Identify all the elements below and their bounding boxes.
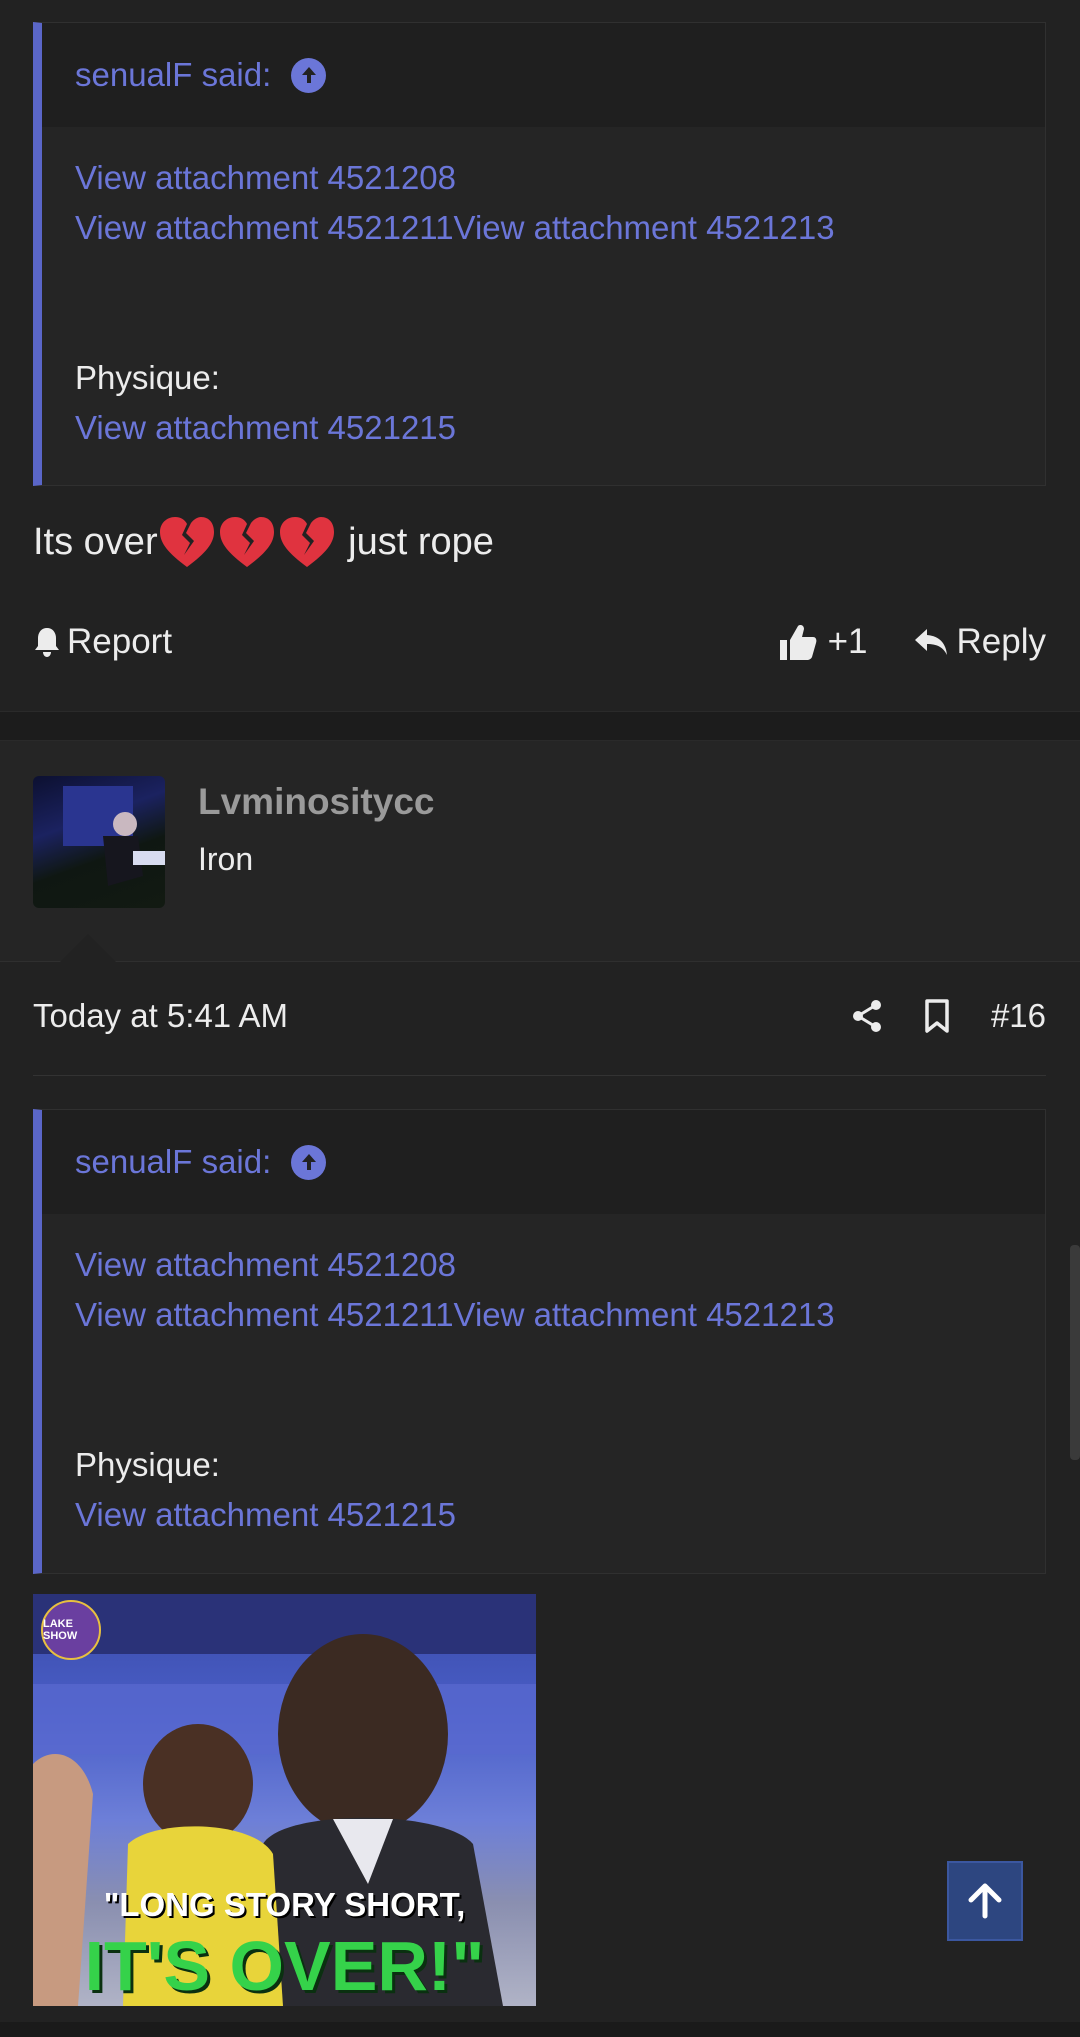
arrow-up-circle-icon[interactable] — [291, 1144, 327, 1180]
post-actions: Report +1 Reply — [33, 612, 1046, 672]
attachment-link[interactable]: View attachment 4521211View attachment 4… — [75, 209, 835, 246]
broken-heart-icon — [279, 517, 334, 567]
image-caption: "LONG STORY SHORT, — [103, 1886, 466, 1923]
quote-header: senualF said: — [42, 23, 1045, 127]
user-title: Iron — [198, 841, 254, 877]
message-text: Its over just rope — [33, 510, 494, 574]
attachment-link[interactable]: View attachment 4521211View attachment 4… — [75, 1296, 835, 1333]
channel-badge: LAKE SHOW — [41, 1600, 101, 1660]
broken-heart-icon — [159, 517, 214, 567]
reply-button[interactable]: Reply — [913, 622, 1046, 662]
quote-author[interactable]: senualF said: — [75, 56, 271, 94]
post-separator — [0, 711, 1080, 741]
quote-content: View attachment 4521208 View attachment … — [42, 1214, 1045, 1540]
user-info: Lvminositycc Iron — [0, 741, 1080, 962]
page-bottom-bar — [0, 2022, 1080, 2037]
bookmark-icon[interactable] — [923, 999, 951, 1033]
arrow-up-icon — [968, 1883, 1002, 1919]
thumbs-up-icon — [779, 625, 816, 660]
attachment-link[interactable]: View attachment 4521215 — [75, 409, 456, 446]
like-button[interactable]: +1 — [778, 622, 868, 662]
share-icon[interactable] — [851, 999, 883, 1033]
broken-heart-icon — [219, 517, 274, 567]
avatar[interactable] — [33, 776, 165, 908]
image-caption-highlight: IT'S OVER!" — [84, 1927, 485, 2005]
quote-content: View attachment 4521208 View attachment … — [42, 127, 1045, 453]
scrollbar[interactable] — [1070, 1245, 1080, 1460]
quote-header: senualF said: — [42, 1110, 1045, 1214]
username[interactable]: Lvminositycc — [198, 781, 434, 823]
post-timestamp[interactable]: Today at 5:41 AM — [33, 997, 288, 1035]
attachment-link[interactable]: View attachment 4521208 — [75, 159, 456, 196]
attachment-link[interactable]: View attachment 4521215 — [75, 1496, 456, 1533]
quote-author[interactable]: senualF said: — [75, 1143, 271, 1181]
reply-icon — [914, 629, 947, 655]
arrow-up-circle-icon[interactable] — [291, 57, 327, 93]
physique-label: Physique: — [75, 1446, 220, 1483]
back-to-top-button[interactable] — [947, 1861, 1023, 1941]
meta-divider — [33, 1075, 1046, 1076]
quote-block: senualF said: View attachment 4521208 Vi… — [33, 22, 1046, 486]
post-image[interactable]: LAKE SHOW "LONG STORY SHORT, IT'S OVER!" — [33, 1594, 536, 2006]
attachment-link[interactable]: View attachment 4521208 — [75, 1246, 456, 1283]
bell-icon — [35, 628, 59, 657]
speech-pointer — [60, 934, 116, 962]
physique-label: Physique: — [75, 359, 220, 396]
avatar-image — [63, 786, 165, 886]
quote-block: senualF said: View attachment 4521208 Vi… — [33, 1109, 1046, 1574]
post-number[interactable]: #16 — [991, 997, 1046, 1035]
post-meta: Today at 5:41 AM #16 — [33, 986, 1046, 1046]
report-button[interactable]: Report — [33, 622, 172, 662]
